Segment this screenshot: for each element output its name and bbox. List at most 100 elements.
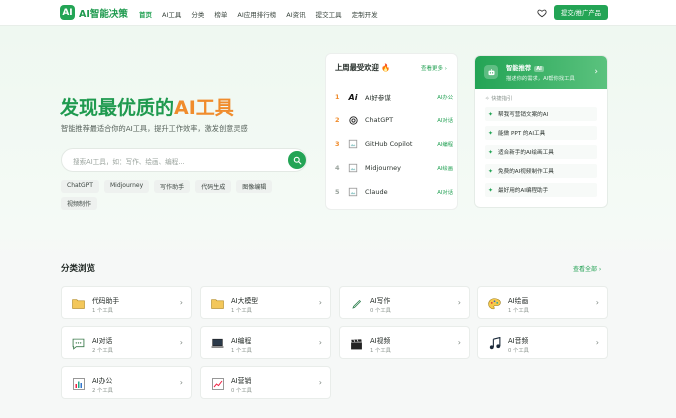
rank-category: AI对话: [437, 118, 453, 124]
nav-link-ai-tools[interactable]: AI工具: [162, 9, 181, 19]
view-all-text: 查看全部: [573, 266, 598, 273]
search-input[interactable]: 搜索AI工具，如：写作、绘画、编程...: [61, 148, 307, 172]
category-count: 2 个工具: [92, 348, 113, 354]
quick-guide-item[interactable]: ✦ 最好用的AI编程助手: [485, 183, 597, 197]
smart-title-text: 智能推荐: [506, 65, 532, 72]
tag-chatgpt[interactable]: ChatGPT: [61, 180, 99, 193]
heart-icon[interactable]: [537, 8, 547, 18]
category-count: 1 个工具: [92, 308, 113, 314]
category-name: AI音频: [508, 337, 529, 345]
nav-link-rankings[interactable]: 榜单: [214, 9, 227, 19]
rank-tool-name: Midjourney: [365, 164, 401, 172]
ranking-more-link[interactable]: 查看更多 ›: [421, 64, 447, 72]
laptop-icon: [210, 336, 225, 351]
top-navbar: AI AI智能决策 首页 AI工具 分类 榜单 AI应用排行榜 AI资讯 提交工…: [0, 0, 676, 26]
broken-image-icon: [347, 162, 359, 174]
nav-link-home[interactable]: 首页: [139, 9, 152, 19]
ranking-item[interactable]: 3 GitHub Copilot AI编程: [335, 137, 453, 151]
smart-recommend-header[interactable]: 智能推荐 AI 描述你的需求，AI帮你找工具 ›: [475, 56, 607, 89]
category-card-programming[interactable]: AI编程 1 个工具 ›: [200, 326, 331, 359]
quick-guide-label: ✧ 快捷指引: [485, 96, 513, 102]
hero-title-accent: AI工具: [174, 97, 234, 119]
smart-recommend-card: 智能推荐 AI 描述你的需求，AI帮你找工具 › ✧ 快捷指引 ✦ 帮我写营销文案…: [474, 55, 608, 208]
chevron-right-icon: ›: [318, 338, 322, 347]
nav-link-news[interactable]: AI资讯: [286, 9, 305, 19]
quick-guide-item[interactable]: ✦ 帮我写营销文案的AI: [485, 107, 597, 121]
category-name: AI绘画: [508, 297, 529, 305]
quick-guide-item[interactable]: ✦ 适合新手的AI绘画工具: [485, 145, 597, 159]
rank-tool-name: ChatGPT: [365, 116, 394, 124]
hero-title: 发现最优质的AI工具: [60, 93, 234, 120]
category-name: AI营销: [231, 377, 252, 385]
chart-line-icon: [210, 376, 225, 391]
ranking-item[interactable]: 4 Midjourney AI绘画: [335, 161, 453, 175]
rank-category: AI编程: [437, 142, 453, 148]
rank-category: AI对话: [437, 190, 453, 196]
category-name: AI大模型: [231, 297, 259, 305]
category-card-writing[interactable]: AI写作 0 个工具 ›: [339, 286, 470, 319]
category-name: AI办公: [92, 377, 113, 385]
chevron-right-icon: ›: [457, 338, 461, 347]
tag-video[interactable]: 视频制作: [61, 197, 98, 210]
sparkle-icon: ✦: [488, 148, 494, 156]
hero-subtitle: 智能推荐最适合你的AI工具，提升工作效率，激发创意灵感: [61, 124, 248, 133]
category-section-title: 分类浏览: [61, 264, 96, 274]
category-card-video[interactable]: AI视频 1 个工具 ›: [339, 326, 470, 359]
chart-bar-icon: [71, 376, 86, 391]
ai-badge: AI: [534, 66, 544, 72]
category-card-painting[interactable]: AI绘画 1 个工具 ›: [477, 286, 608, 319]
ranking-title: 上周最受欢迎 🔥: [335, 63, 391, 72]
nav-link-submit-tool[interactable]: 提交工具: [316, 9, 342, 19]
quick-guide-text: 最好用的AI编程助手: [498, 188, 549, 194]
openai-logo-icon: [347, 114, 359, 126]
category-count: 2 个工具: [92, 388, 113, 394]
category-card-code-assistant[interactable]: 代码助手 1 个工具 ›: [61, 286, 192, 319]
category-count: 1 个工具: [231, 348, 252, 354]
rank-number: 3: [335, 140, 340, 148]
ranking-item[interactable]: 1 Ai AI好参谋 AI办公: [335, 90, 453, 104]
palette-icon: [487, 296, 502, 311]
category-card-marketing[interactable]: AI营销 0 个工具 ›: [200, 366, 331, 399]
category-card-office[interactable]: AI办公 2 个工具 ›: [61, 366, 192, 399]
submit-product-button[interactable]: 提交/推广产品: [554, 5, 608, 20]
category-count: 0 个工具: [508, 348, 529, 354]
rank-tool-name: AI好参谋: [365, 94, 391, 102]
rank-number: 5: [335, 188, 340, 196]
logo[interactable]: AI AI智能决策: [60, 5, 128, 20]
category-name: AI视频: [370, 337, 391, 345]
quick-guide-item[interactable]: ✦ 能做 PPT 的AI工具: [485, 126, 597, 140]
nav-link-custom-dev[interactable]: 定制开发: [352, 9, 378, 19]
category-name: AI对话: [92, 337, 113, 345]
nav-link-categories[interactable]: 分类: [191, 9, 204, 19]
quick-guide-item[interactable]: ✦ 免费的AI视频制作工具: [485, 164, 597, 178]
view-all-link[interactable]: 查看全部 ›: [573, 264, 601, 273]
tag-image-edit[interactable]: 图像编辑: [236, 180, 273, 193]
rank-number: 4: [335, 164, 340, 172]
ai-logo-icon: Ai: [348, 92, 358, 102]
category-name: AI写作: [370, 297, 391, 305]
tag-writing[interactable]: 写作助手: [154, 180, 191, 193]
quick-guide-text: 能做 PPT 的AI工具: [498, 131, 546, 137]
category-card-chat[interactable]: AI对话 2 个工具 ›: [61, 326, 192, 359]
category-card-audio[interactable]: AI音频 0 个工具 ›: [477, 326, 608, 359]
chevron-right-icon: ›: [457, 298, 461, 307]
search-button[interactable]: [288, 151, 306, 169]
tag-midjourney[interactable]: Midjourney: [103, 180, 150, 193]
ranking-item[interactable]: 5 Claude AI对话: [335, 185, 453, 199]
tag-code[interactable]: 代码生成: [195, 180, 232, 193]
clapper-icon: [349, 336, 364, 351]
chevron-right-icon[interactable]: ›: [594, 67, 598, 77]
ranking-item[interactable]: 2 ChatGPT AI对话: [335, 113, 453, 127]
music-icon: [487, 336, 502, 351]
folder-icon: [210, 296, 225, 311]
category-name: 代码助手: [92, 297, 120, 305]
sparkle-icon: ✦: [488, 129, 494, 137]
quick-guide-text: 适合新手的AI绘画工具: [498, 150, 554, 156]
quick-guide-text: 免费的AI视频制作工具: [498, 169, 554, 175]
nav-link-app-ranking[interactable]: AI应用排行榜: [237, 9, 276, 19]
logo-mark-icon: AI: [60, 5, 75, 20]
rank-category: AI办公: [437, 95, 453, 101]
chevron-right-icon: ›: [318, 378, 322, 387]
category-card-llm[interactable]: AI大模型 1 个工具 ›: [200, 286, 331, 319]
category-count: 1 个工具: [508, 308, 529, 314]
